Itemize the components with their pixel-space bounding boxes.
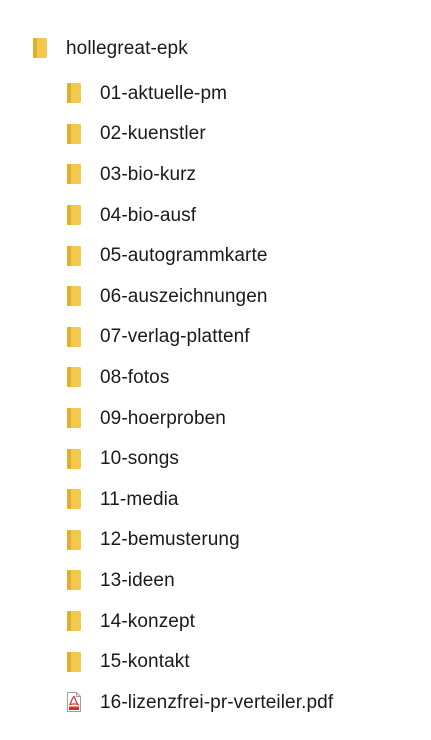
folder-tree: hollegreat-epk 01-aktuelle-pm 02-kuenstl… [0, 0, 431, 740]
file-item-16[interactable]: 16-lizenzfrei-pr-verteiler.pdf [66, 682, 333, 723]
folder-icon [66, 123, 82, 145]
folder-item-09[interactable]: 09-hoerproben [66, 398, 333, 439]
file-item-label: 16-lizenzfrei-pr-verteiler.pdf [100, 691, 334, 713]
folder-icon [66, 529, 82, 551]
folder-item-03[interactable]: 03-bio-kurz [66, 154, 333, 195]
folder-item-02[interactable]: 02-kuenstler [66, 114, 333, 155]
folder-item-label: 10-songs [100, 448, 179, 470]
folder-item-label: 06-auszeichnungen [100, 285, 268, 307]
folder-icon [32, 37, 48, 59]
folder-contents: 01-aktuelle-pm 02-kuenstler 03-bio-kurz … [66, 73, 333, 723]
folder-icon [66, 82, 82, 104]
folder-icon [66, 163, 82, 185]
folder-item-label: 07-verlag-plattenf [100, 326, 250, 348]
folder-item-label: 04-bio-ausf [100, 204, 197, 226]
folder-item-05[interactable]: 05-autogrammkarte [66, 235, 333, 276]
pdf-icon [66, 691, 82, 713]
folder-icon [66, 366, 82, 388]
folder-item-label: 05-autogrammkarte [100, 245, 268, 267]
folder-item-14[interactable]: 14-konzept [66, 601, 333, 642]
folder-icon [66, 245, 82, 267]
folder-item-label: 09-hoerproben [100, 407, 226, 429]
folder-item-04[interactable]: 04-bio-ausf [66, 195, 333, 236]
folder-item-label: 08-fotos [100, 366, 170, 388]
folder-item-15[interactable]: 15-kontakt [66, 641, 333, 682]
folder-item-08[interactable]: 08-fotos [66, 357, 333, 398]
folder-item-label: 12-bemusterung [100, 529, 240, 551]
root-folder[interactable]: hollegreat-epk [32, 33, 188, 63]
folder-item-11[interactable]: 11-media [66, 479, 333, 520]
root-folder-label: hollegreat-epk [66, 37, 188, 59]
folder-item-13[interactable]: 13-ideen [66, 560, 333, 601]
folder-icon [66, 610, 82, 632]
folder-icon [66, 407, 82, 429]
folder-item-label: 13-ideen [100, 569, 175, 591]
folder-item-12[interactable]: 12-bemusterung [66, 520, 333, 561]
folder-icon [66, 204, 82, 226]
folder-icon [66, 569, 82, 591]
folder-item-label: 11-media [100, 488, 179, 510]
folder-icon [66, 326, 82, 348]
folder-item-label: 03-bio-kurz [100, 163, 197, 185]
folder-item-01[interactable]: 01-aktuelle-pm [66, 73, 333, 114]
folder-item-label: 01-aktuelle-pm [100, 82, 228, 104]
folder-item-label: 14-konzept [100, 610, 196, 632]
folder-icon [66, 651, 82, 673]
folder-item-06[interactable]: 06-auszeichnungen [66, 276, 333, 317]
folder-item-10[interactable]: 10-songs [66, 438, 333, 479]
folder-item-07[interactable]: 07-verlag-plattenf [66, 317, 333, 358]
folder-item-label: 15-kontakt [100, 651, 190, 673]
folder-icon [66, 285, 82, 307]
folder-icon [66, 488, 82, 510]
folder-icon [66, 448, 82, 470]
folder-item-label: 02-kuenstler [100, 123, 206, 145]
